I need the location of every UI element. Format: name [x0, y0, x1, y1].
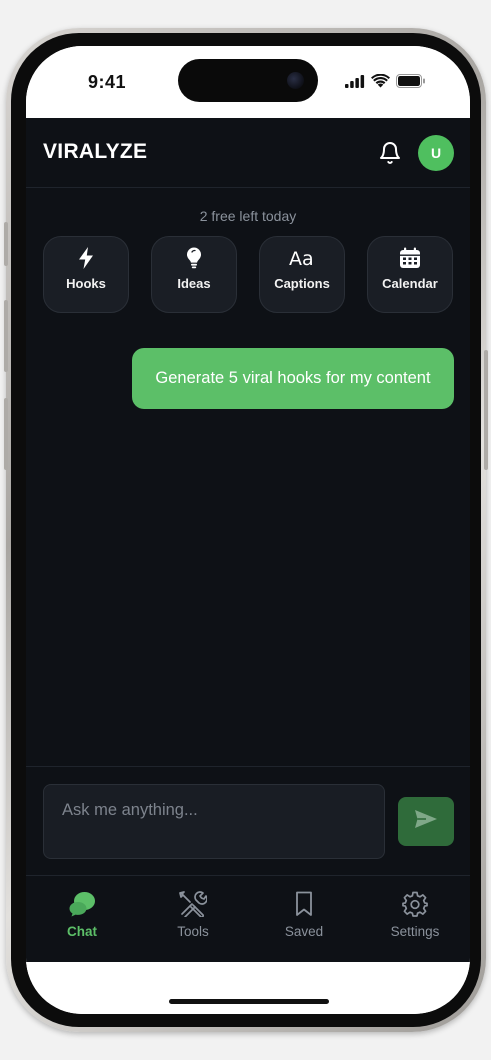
app-viewport: VIRALYZE U 2 free left today Hooks Ideas…: [26, 118, 470, 962]
tools-icon: [179, 890, 207, 918]
chat-message-user: Generate 5 viral hooks for my content: [132, 348, 454, 409]
home-indicator-area: [26, 962, 470, 1014]
lightning-bolt-icon: [78, 247, 94, 269]
app-header: VIRALYZE U: [26, 118, 470, 188]
wifi-icon: [371, 73, 390, 93]
lightbulb-icon: [186, 247, 202, 269]
svg-text:Aa: Aa: [289, 248, 314, 269]
bottom-tab-bar: Chat Tools Saved Settings: [26, 876, 470, 962]
free-usage-counter: 2 free left today: [199, 208, 297, 224]
tool-card-calendar[interactable]: Calendar: [367, 236, 453, 313]
chat-bubble-icon: [68, 890, 96, 918]
tool-label-hooks: Hooks: [66, 276, 106, 291]
quick-tools-row: Hooks Ideas Aa Captions Calendar: [43, 236, 453, 313]
gear-icon: [402, 890, 428, 918]
tab-tools[interactable]: Tools: [143, 890, 243, 939]
bookmark-icon: [294, 890, 314, 918]
send-button[interactable]: [398, 797, 454, 846]
status-icons: [345, 73, 426, 93]
tab-label-saved: Saved: [284, 924, 324, 939]
tool-card-captions[interactable]: Aa Captions: [259, 236, 345, 313]
tool-card-ideas[interactable]: Ideas: [151, 236, 237, 313]
message-composer: [26, 766, 470, 876]
power-button: [484, 350, 488, 470]
tab-saved[interactable]: Saved: [254, 890, 354, 939]
action-button: [4, 222, 8, 266]
battery-icon: [396, 74, 426, 93]
status-time: 9:41: [88, 72, 127, 92]
tab-settings[interactable]: Settings: [365, 890, 465, 939]
text-aa-icon: Aa: [289, 247, 315, 269]
send-icon: [414, 809, 438, 834]
status-bar: 9:41: [26, 46, 470, 118]
tab-label-chat: Chat: [67, 924, 97, 939]
avatar[interactable]: U: [418, 135, 454, 171]
dynamic-island: [178, 59, 318, 102]
tab-chat[interactable]: Chat: [32, 890, 132, 939]
cellular-signal-icon: [345, 74, 365, 93]
bell-icon[interactable]: [377, 139, 403, 167]
calendar-icon: [399, 247, 421, 269]
tool-label-calendar: Calendar: [382, 276, 438, 291]
tool-label-ideas: Ideas: [177, 276, 211, 291]
chat-message-text: Generate 5 viral hooks for my content: [155, 369, 431, 387]
camera-icon: [287, 72, 304, 89]
tab-label-tools: Tools: [177, 924, 209, 939]
brand-logo: VIRALYZE: [43, 140, 148, 163]
volume-up-button: [4, 300, 8, 372]
tool-label-captions: Captions: [274, 276, 330, 291]
tab-label-settings: Settings: [390, 924, 440, 939]
volume-down-button: [4, 398, 8, 470]
phone-screen: 9:41 VIRALYZE U 2 free left today Hooks …: [26, 46, 470, 1014]
tool-card-hooks[interactable]: Hooks: [43, 236, 129, 313]
chat-input[interactable]: [43, 784, 385, 859]
avatar-initial: U: [430, 145, 442, 161]
home-indicator[interactable]: [169, 999, 329, 1004]
